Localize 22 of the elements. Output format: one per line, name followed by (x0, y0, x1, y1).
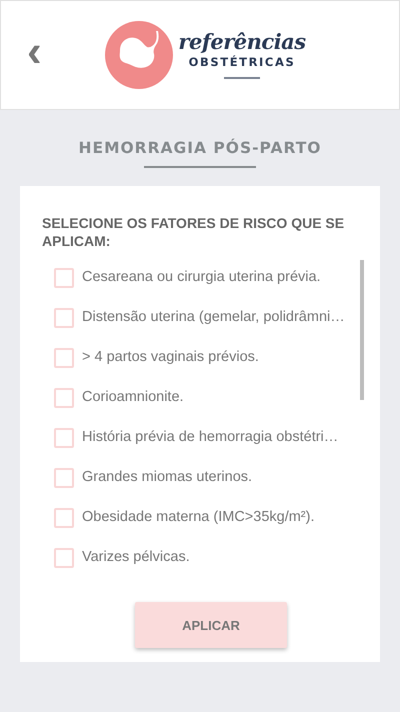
logo-wordmark: referências (178, 31, 306, 52)
checkbox[interactable] (54, 348, 74, 368)
section-heading: SELECIONE OS FATORES DE RISCO QUE SE APLICAM: (42, 214, 346, 250)
checkbox[interactable] (54, 548, 74, 568)
logo-subtitle: OBSTÉTRICAS (188, 57, 296, 69)
back-button[interactable]: ‹ (23, 37, 46, 75)
risk-factor-label: Varizes pélvicas. (82, 548, 190, 568)
checkbox[interactable] (54, 468, 74, 488)
risk-factor-label: Grandes miomas uterinos. (82, 468, 252, 488)
checkbox[interactable] (54, 388, 74, 408)
checkbox[interactable] (54, 508, 74, 528)
risk-factor-label: > 4 partos vaginais prévios. (82, 348, 259, 368)
apply-button[interactable]: APLICAR (135, 602, 287, 648)
risk-factor-label: História prévia de hemorragia obstétri… (82, 428, 338, 448)
risk-factor-label: Distensão uterina (gemelar, polidrâmni… (82, 308, 345, 328)
risk-factor-label: Cesareana ou cirurgia uterina prévia. (82, 268, 321, 288)
checkbox[interactable] (54, 308, 74, 328)
risk-factor-label: Corioamnionite. (82, 388, 184, 408)
checkbox[interactable] (54, 268, 74, 288)
page-title: HEMORRAGIA PÓS-PARTO (78, 138, 322, 159)
risk-factor-label: Obesidade materna (IMC>35kg/m²). (82, 508, 314, 528)
checkbox[interactable] (54, 428, 74, 448)
